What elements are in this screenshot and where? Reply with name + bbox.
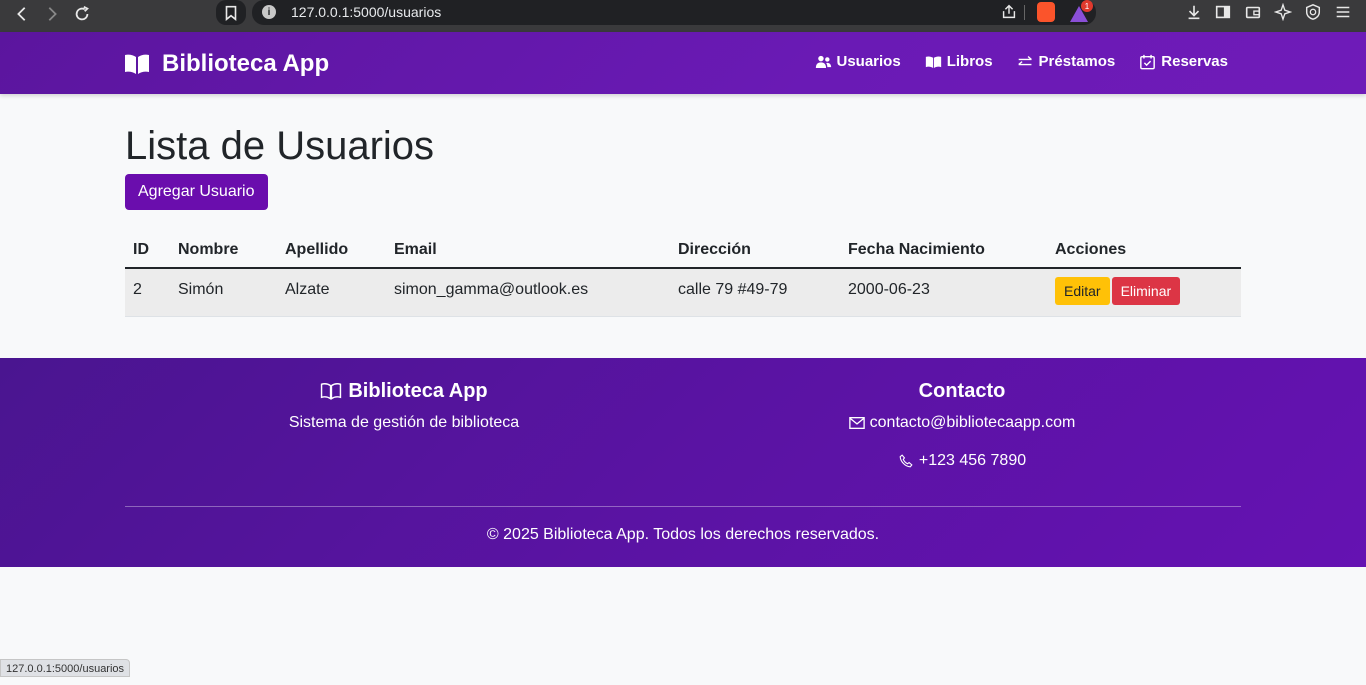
back-icon[interactable] <box>10 2 34 26</box>
leo-ai-icon[interactable] <box>1272 2 1294 22</box>
nav-link-libros[interactable]: Libros <box>925 53 993 70</box>
footer-phone[interactable]: +123 456 7890 <box>683 452 1241 470</box>
download-icon[interactable] <box>1183 2 1205 22</box>
footer-email[interactable]: contacto@bibliotecaapp.com <box>683 414 1241 432</box>
calendar-check-icon <box>1140 54 1156 69</box>
address-bar[interactable]: i 127.0.0.1:5000/usuarios <box>252 0 1096 25</box>
browser-toolbar: i 127.0.0.1:5000/usuarios 1 <box>0 0 1366 32</box>
cell-apellido: Alzate <box>277 268 386 317</box>
users-icon <box>815 55 831 68</box>
footer-brand-name: Biblioteca App <box>348 379 488 402</box>
book-open-icon <box>125 54 149 74</box>
wallet-icon[interactable] <box>1242 2 1264 22</box>
footer-contact-title: Contacto <box>918 379 1006 402</box>
nav-label-prestamos: Préstamos <box>1038 53 1116 70</box>
urlbar-divider <box>1024 5 1025 20</box>
header-email: Email <box>386 232 670 269</box>
page-title: Lista de Usuarios <box>125 124 435 168</box>
book-outline-icon <box>321 383 342 400</box>
header-nombre: Nombre <box>170 232 277 269</box>
main-content: Lista de Usuarios Agregar Usuario ID Nom… <box>125 94 1241 317</box>
envelope-icon <box>848 417 865 429</box>
bookmark-icon[interactable] <box>216 0 246 25</box>
book-icon <box>925 55 941 68</box>
nav-link-prestamos[interactable]: Préstamos <box>1017 53 1116 70</box>
header-apellido: Apellido <box>277 232 386 269</box>
cell-acciones: Editar Eliminar <box>1047 268 1241 317</box>
footer-email-text: contacto@bibliotecaapp.com <box>869 414 1076 431</box>
address-url: 127.0.0.1:5000/usuarios <box>291 4 442 20</box>
footer-divider <box>125 506 1241 507</box>
cell-email: simon_gamma@outlook.es <box>386 268 670 317</box>
nav-label-usuarios: Usuarios <box>836 53 901 70</box>
header-id: ID <box>125 232 170 269</box>
navbar-brand[interactable]: Biblioteca App <box>124 50 329 78</box>
table-header-row: ID Nombre Apellido Email Dirección Fecha… <box>125 232 1241 269</box>
nav-link-reservas[interactable]: Reservas <box>1139 53 1228 70</box>
footer-phone-text: +123 456 7890 <box>918 452 1027 469</box>
nav-links: Usuarios Libros Préstamos Reservas <box>815 53 1228 70</box>
table-row: 2 Simón Alzate simon_gamma@outlook.es ca… <box>125 268 1241 317</box>
footer: Biblioteca App Sistema de gestión de bib… <box>0 358 1366 567</box>
exchange-icon <box>1017 55 1032 65</box>
status-bar-url: 127.0.0.1:5000/usuarios <box>0 659 131 677</box>
brave-shield-icon[interactable] <box>1035 2 1057 22</box>
cell-nombre: Simón <box>170 268 277 317</box>
nav-link-usuarios[interactable]: Usuarios <box>815 53 901 70</box>
users-table: ID Nombre Apellido Email Dirección Fecha… <box>125 232 1241 317</box>
vpn-shield-icon[interactable] <box>1302 2 1324 22</box>
footer-description: Sistema de gestión de biblioteca <box>288 414 520 431</box>
delete-button[interactable]: Eliminar <box>1111 277 1181 305</box>
footer-about: Biblioteca App Sistema de gestión de bib… <box>125 378 683 432</box>
site-info-icon[interactable]: i <box>262 5 276 19</box>
notification-badge: 1 <box>1081 0 1093 12</box>
nav-label-reservas: Reservas <box>1161 53 1228 70</box>
forward-icon[interactable] <box>40 2 64 26</box>
header-direccion: Dirección <box>670 232 840 269</box>
menu-icon[interactable] <box>1332 2 1354 22</box>
cell-fecha: 2000-06-23 <box>840 268 1047 317</box>
sidebar-icon[interactable] <box>1212 2 1234 22</box>
brand-name: Biblioteca App <box>162 50 330 77</box>
header-fecha-nacimiento: Fecha Nacimiento <box>840 232 1047 269</box>
nav-label-libros: Libros <box>946 53 993 70</box>
cell-id: 2 <box>125 268 170 317</box>
header-acciones: Acciones <box>1047 232 1241 269</box>
add-user-button[interactable]: Agregar Usuario <box>125 174 268 210</box>
phone-icon <box>899 454 913 468</box>
footer-contact: Contacto contacto@bibliotecaapp.com +123… <box>683 378 1241 470</box>
copyright-text: © 2025 Biblioteca App. Todos los derecho… <box>486 526 880 543</box>
cell-direccion: calle 79 #49-79 <box>670 268 840 317</box>
reload-icon[interactable] <box>70 2 94 26</box>
navbar: Biblioteca App Usuarios Libros Préstamos… <box>0 32 1366 94</box>
share-icon[interactable] <box>1000 3 1018 24</box>
edit-button[interactable]: Editar <box>1055 277 1110 305</box>
footer-brand: Biblioteca App <box>125 378 683 404</box>
